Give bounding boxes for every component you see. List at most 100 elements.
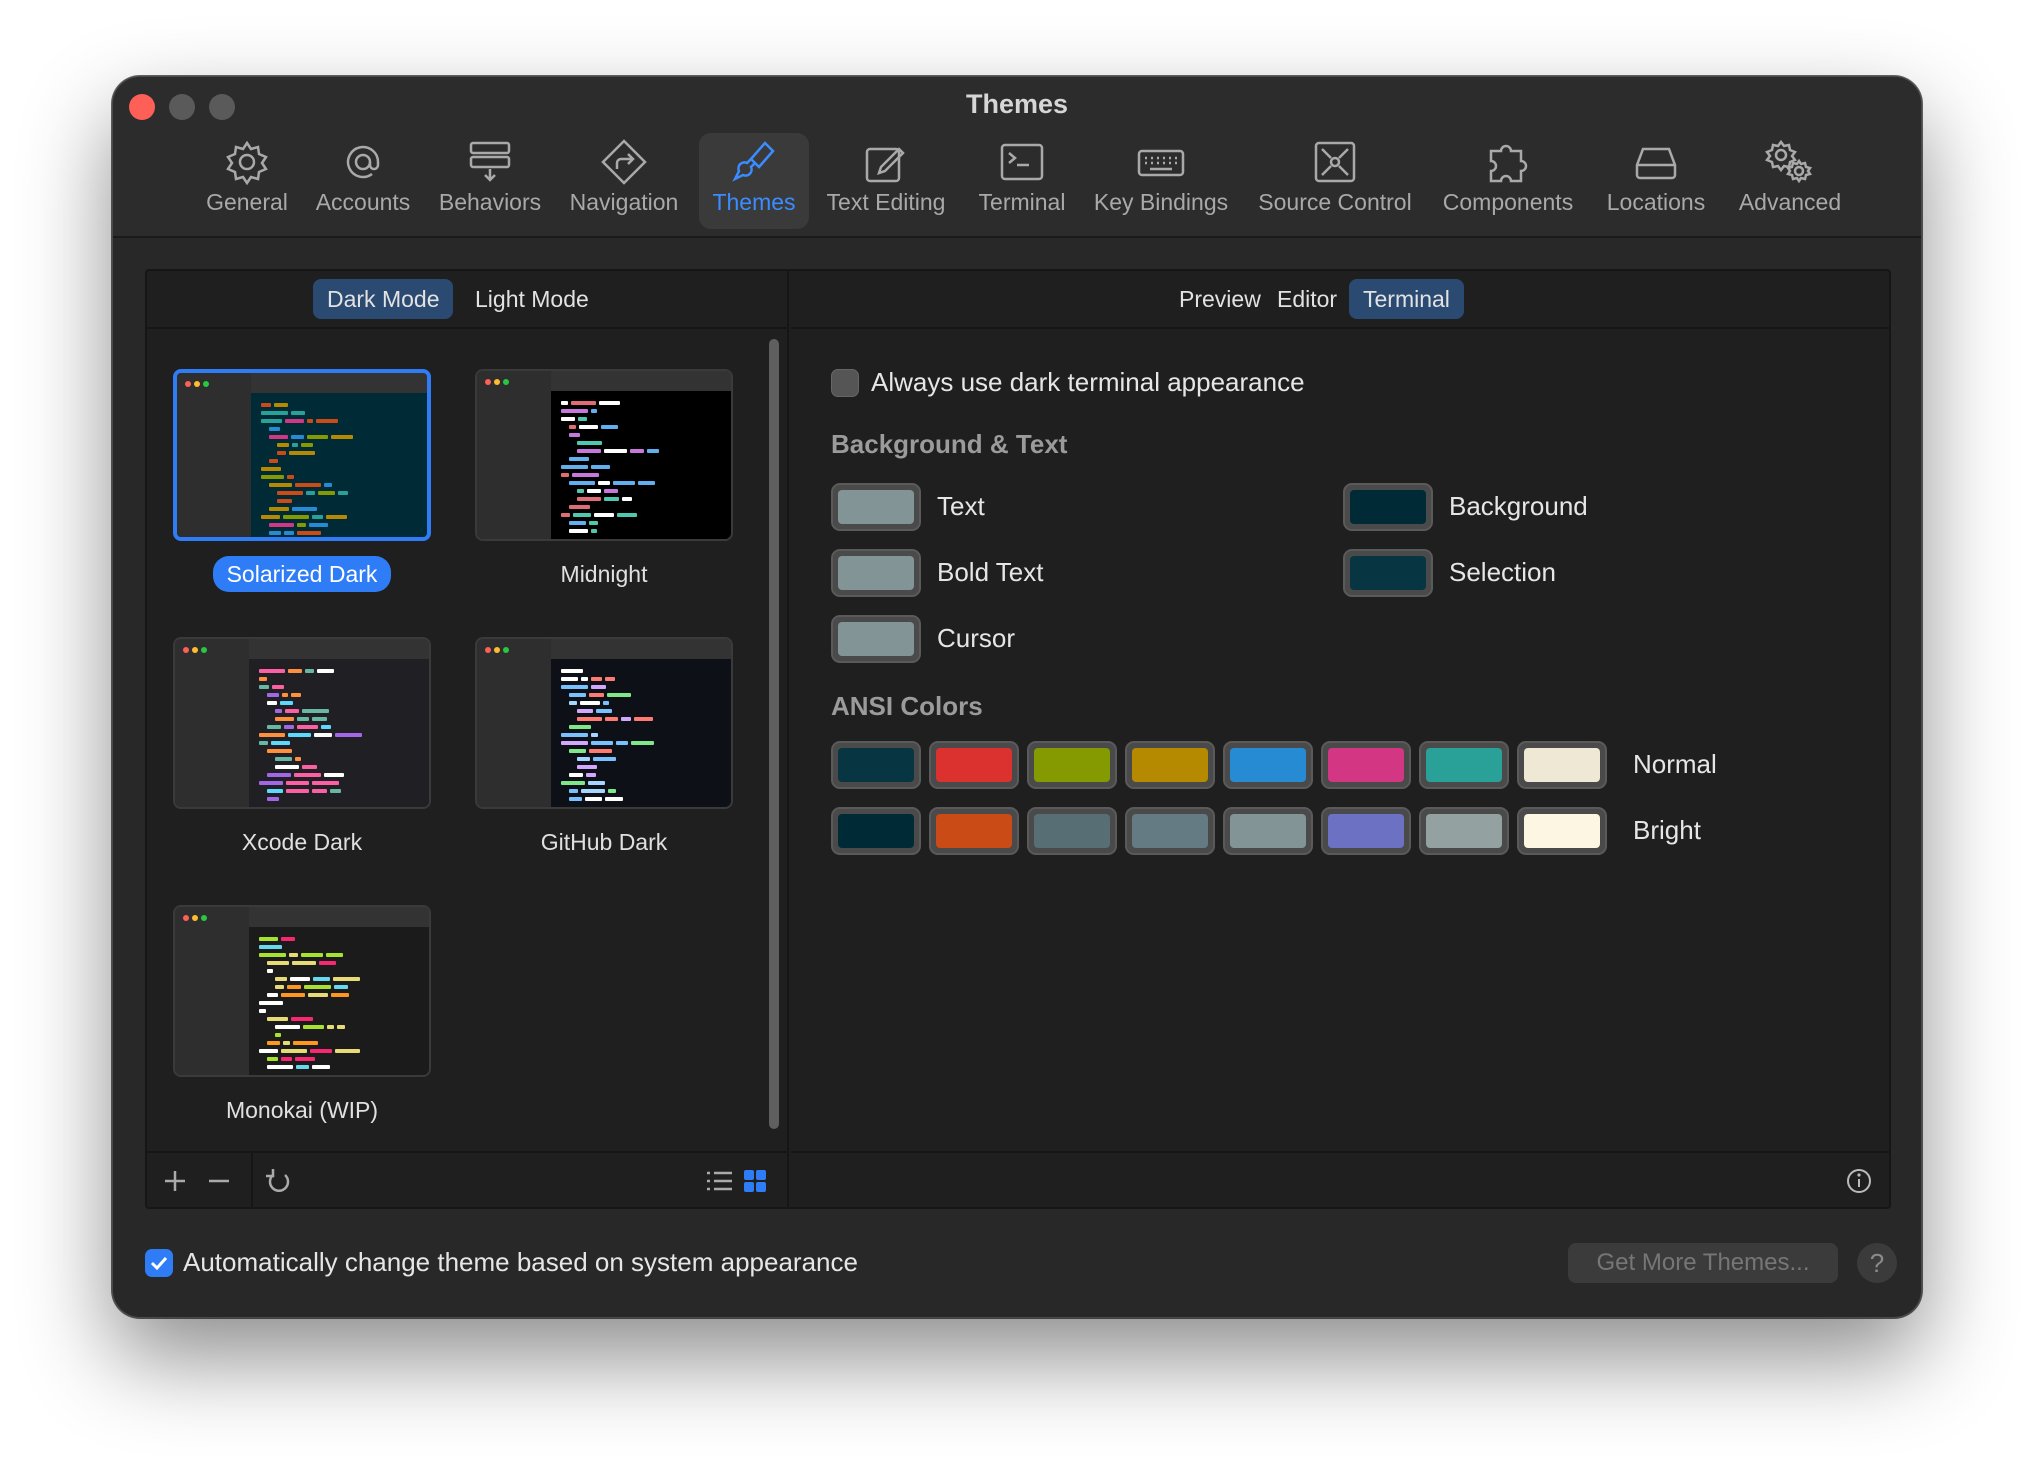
toolbar-item-locations[interactable]: Locations bbox=[1595, 133, 1717, 229]
help-button[interactable]: ? bbox=[1857, 1243, 1897, 1283]
ansi-bright-color-well-0[interactable] bbox=[831, 807, 921, 855]
preview-tab[interactable]: Preview bbox=[1165, 279, 1275, 319]
list-view-button[interactable] bbox=[701, 1163, 737, 1199]
theme-name: Midnight bbox=[560, 561, 648, 587]
scrollbar-thumb[interactable] bbox=[769, 339, 779, 1129]
view-segmented-control: Preview Editor Terminal bbox=[791, 271, 1889, 329]
plus-icon bbox=[165, 1171, 185, 1191]
selection-color-label: Selection bbox=[1449, 557, 1556, 587]
keyboard-icon bbox=[1137, 149, 1185, 177]
editor-tab[interactable]: Editor bbox=[1263, 279, 1351, 319]
cursor-color-label: Cursor bbox=[937, 623, 1016, 653]
theme-name: GitHub Dark bbox=[540, 829, 668, 855]
pencil-square-icon bbox=[865, 147, 905, 183]
settings-bottom-bar bbox=[791, 1151, 1889, 1207]
gears-icon bbox=[1765, 139, 1813, 184]
theme-settings-pane: Preview Editor Terminal Always use dark … bbox=[791, 271, 1889, 1207]
toolbar-item-accounts[interactable]: Accounts bbox=[311, 133, 415, 229]
theme-list-bottom-bar bbox=[147, 1151, 787, 1209]
ansi-normal-color-well-5[interactable] bbox=[1321, 741, 1411, 789]
info-button[interactable] bbox=[1841, 1163, 1877, 1199]
always-dark-checkbox[interactable] bbox=[831, 369, 859, 397]
bright-label: Bright bbox=[1633, 815, 1701, 845]
theme-list-scrollbar[interactable] bbox=[767, 339, 781, 1129]
window-title: Themes bbox=[965, 89, 1069, 119]
ansi-normal-color-well-4[interactable] bbox=[1223, 741, 1313, 789]
cursor-color-well[interactable] bbox=[831, 615, 921, 663]
theme-thumbnail bbox=[173, 369, 431, 541]
mode-segmented-control: Dark Mode Light Mode bbox=[147, 271, 787, 329]
info-icon bbox=[1847, 1169, 1871, 1193]
background-color-well[interactable] bbox=[1343, 483, 1433, 531]
ansi-normal-color-well-0[interactable] bbox=[831, 741, 921, 789]
dark-mode-tab[interactable]: Dark Mode bbox=[313, 279, 454, 319]
ansi-colors-heading: ANSI Colors bbox=[831, 691, 983, 721]
terminal-tab[interactable]: Terminal bbox=[1349, 279, 1464, 319]
bold-text-color-well[interactable] bbox=[831, 549, 921, 597]
theme-thumbnail bbox=[475, 369, 733, 541]
themes-content: Dark Mode Light Mode Solarized Dark Midn… bbox=[145, 269, 1891, 1209]
grid-view-button[interactable] bbox=[737, 1163, 773, 1199]
ansi-bright-color-well-7[interactable] bbox=[1517, 807, 1607, 855]
theme-name: Monokai (WIP) bbox=[225, 1097, 379, 1123]
theme-name: Xcode Dark bbox=[241, 829, 363, 855]
theme-list-pane: Dark Mode Light Mode Solarized Dark Midn… bbox=[147, 271, 789, 1209]
preferences-window: Themes General Accounts Behaviors Naviga… bbox=[112, 76, 1922, 1318]
toolbar-item-source-control[interactable]: Source Control bbox=[1251, 133, 1419, 229]
theme-thumbnail bbox=[475, 637, 733, 809]
text-color-well[interactable] bbox=[831, 483, 921, 531]
always-dark-label: Always use dark terminal appearance bbox=[871, 367, 1305, 397]
drive-icon bbox=[1635, 147, 1677, 180]
paintbrush-icon bbox=[732, 141, 775, 182]
selection-color-well[interactable] bbox=[1343, 549, 1433, 597]
toolbar-item-advanced[interactable]: Advanced bbox=[1723, 133, 1857, 229]
toolbar-item-general[interactable]: General bbox=[205, 133, 289, 229]
toolbar-item-components[interactable]: Components bbox=[1433, 133, 1583, 229]
auto-change-checkbox[interactable] bbox=[145, 1249, 173, 1277]
ansi-bright-color-well-4[interactable] bbox=[1223, 807, 1313, 855]
theme-thumbnail bbox=[173, 637, 431, 809]
puzzle-icon bbox=[1489, 144, 1528, 183]
ansi-normal-color-well-6[interactable] bbox=[1419, 741, 1509, 789]
list-icon bbox=[707, 1171, 732, 1191]
toolbar-item-themes[interactable]: Themes bbox=[699, 133, 809, 229]
toolbar-item-key-bindings[interactable]: Key Bindings bbox=[1089, 133, 1233, 229]
grid-icon bbox=[744, 1170, 766, 1192]
ansi-normal-color-well-3[interactable] bbox=[1125, 741, 1215, 789]
at-icon bbox=[346, 145, 380, 179]
terminal-icon bbox=[1000, 143, 1044, 181]
source-control-icon bbox=[1314, 141, 1356, 183]
background-color-label: Background bbox=[1449, 491, 1588, 521]
add-theme-button[interactable] bbox=[157, 1163, 193, 1199]
theme-grid: Solarized Dark Midnight Xcode Dark GitHu… bbox=[147, 331, 767, 1141]
gear-icon bbox=[226, 140, 268, 186]
preferences-toolbar: General Accounts Behaviors Navigation Th… bbox=[113, 133, 1921, 233]
toolbar-item-text-editing[interactable]: Text Editing bbox=[821, 133, 951, 229]
theme-thumbnail bbox=[173, 905, 431, 1077]
checkmark-icon bbox=[150, 1256, 168, 1271]
background-text-heading: Background & Text bbox=[831, 429, 1068, 459]
ansi-normal-color-well-1[interactable] bbox=[929, 741, 1019, 789]
normal-label: Normal bbox=[1633, 749, 1717, 779]
toolbar-item-terminal[interactable]: Terminal bbox=[969, 133, 1075, 229]
titlebar: Themes General Accounts Behaviors Naviga… bbox=[113, 77, 1921, 238]
ansi-normal-color-well-2[interactable] bbox=[1027, 741, 1117, 789]
reset-theme-button[interactable] bbox=[261, 1163, 297, 1199]
remove-theme-button[interactable] bbox=[201, 1163, 237, 1199]
ansi-bright-color-well-2[interactable] bbox=[1027, 807, 1117, 855]
toolbar-item-navigation[interactable]: Navigation bbox=[561, 133, 687, 229]
ansi-bright-color-well-3[interactable] bbox=[1125, 807, 1215, 855]
get-more-themes-button[interactable]: Get More Themes... bbox=[1568, 1243, 1838, 1283]
ansi-bright-color-well-6[interactable] bbox=[1419, 807, 1509, 855]
light-mode-tab[interactable]: Light Mode bbox=[461, 279, 603, 319]
text-color-label: Text bbox=[937, 491, 985, 521]
refresh-icon bbox=[266, 1169, 290, 1192]
ansi-bright-color-well-1[interactable] bbox=[929, 807, 1019, 855]
toolbar-item-behaviors[interactable]: Behaviors bbox=[433, 133, 547, 229]
ansi-bright-color-well-5[interactable] bbox=[1321, 807, 1411, 855]
ansi-normal-color-well-7[interactable] bbox=[1517, 741, 1607, 789]
auto-change-label: Automatically change theme based on syst… bbox=[183, 1247, 858, 1277]
theme-name: Solarized Dark bbox=[212, 556, 392, 592]
navigation-icon bbox=[601, 139, 647, 185]
bold-text-color-label: Bold Text bbox=[937, 557, 1044, 587]
